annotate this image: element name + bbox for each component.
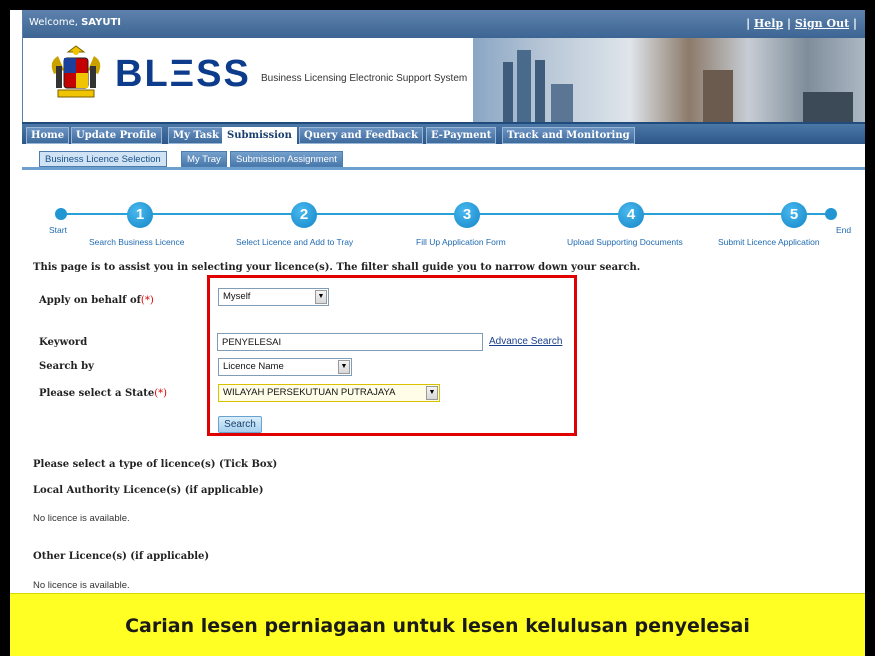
- divider: |: [849, 17, 857, 30]
- state-label-text: Please select a State: [39, 388, 155, 399]
- step-1-circle: 1: [127, 202, 153, 228]
- chevron-down-icon: ▼: [338, 360, 350, 374]
- step-2-circle: 2: [291, 202, 317, 228]
- other-licence-heading: Other Licence(s) (if applicable): [33, 551, 210, 562]
- welcome-text: Welcome, SAYUTI: [29, 17, 121, 28]
- tab-home[interactable]: Home: [26, 127, 70, 144]
- site-header: Welcome, SAYUTI | Help | Sign Out | BLΞS…: [22, 10, 865, 122]
- welcome-bar: Welcome, SAYUTI | Help | Sign Out |: [23, 10, 865, 38]
- header-banner-photo: [473, 38, 865, 122]
- logo-tagline: Business Licensing Electronic Support Sy…: [261, 73, 468, 84]
- end-dot: [825, 208, 837, 220]
- step-5-label: Submit Licence Application: [718, 237, 820, 247]
- behalf-label: Apply on behalf of(*): [39, 295, 154, 306]
- search-button[interactable]: Search: [218, 416, 262, 433]
- local-empty-text: No licence is available.: [33, 513, 130, 524]
- licence-type-heading: Please select a type of licence(s) (Tick…: [33, 459, 278, 470]
- behalf-select[interactable]: Myself ▼: [218, 288, 329, 306]
- state-select-value: WILAYAH PERSEKUTUAN PUTRAJAYA: [223, 387, 396, 398]
- step-4-circle: 4: [618, 202, 644, 228]
- searchby-label: Search by: [39, 361, 94, 372]
- subtab-business-licence-selection[interactable]: Business Licence Selection: [39, 151, 167, 167]
- bless-logo-text: BLΞSS: [115, 53, 251, 95]
- chevron-down-icon: ▼: [426, 386, 438, 400]
- searchby-select[interactable]: Licence Name ▼: [218, 358, 352, 376]
- searchby-select-value: Licence Name: [223, 361, 284, 372]
- step-5-circle: 5: [781, 202, 807, 228]
- user-name: SAYUTI: [81, 17, 121, 28]
- start-dot: [55, 208, 67, 220]
- step-1-label: Search Business Licence: [89, 237, 185, 247]
- state-select[interactable]: WILAYAH PERSEKUTUAN PUTRAJAYA ▼: [218, 384, 440, 402]
- tab-my-task[interactable]: My Task: [168, 127, 224, 144]
- behalf-label-text: Apply on behalf of: [39, 295, 141, 306]
- divider: |: [783, 17, 795, 30]
- progress-steps: Start End 1 Search Business Licence 2 Se…: [22, 170, 865, 252]
- tab-submission[interactable]: Submission: [222, 127, 297, 144]
- welcome-prefix: Welcome,: [29, 17, 82, 28]
- tab-e-payment[interactable]: E-Payment: [426, 127, 497, 144]
- step-3-circle: 3: [454, 202, 480, 228]
- local-authority-heading: Local Authority Licence(s) (if applicabl…: [33, 485, 264, 496]
- tab-update-profile[interactable]: Update Profile: [71, 127, 162, 144]
- other-empty-text: No licence is available.: [33, 580, 130, 591]
- step-2-label: Select Licence and Add to Tray: [236, 237, 354, 247]
- required-mark: (*): [154, 388, 168, 399]
- step-3-label: Fill Up Application Form: [416, 237, 506, 247]
- caption-text: Carian lesen perniagaan untuk lesen kelu…: [125, 615, 750, 637]
- end-label: End: [836, 225, 852, 235]
- state-label: Please select a State(*): [39, 388, 167, 399]
- advance-search-link[interactable]: Advance Search: [489, 336, 562, 347]
- divider: |: [746, 17, 754, 30]
- tab-query-feedback[interactable]: Query and Feedback: [299, 127, 423, 144]
- main-nav: Home Update Profile My Task Submission Q…: [22, 122, 865, 144]
- step-4-label: Upload Supporting Documents: [567, 237, 683, 247]
- tab-track-monitoring[interactable]: Track and Monitoring: [502, 127, 635, 144]
- malaysia-crest-logo: [51, 45, 101, 98]
- caption-bar: Carian lesen perniagaan untuk lesen kelu…: [10, 593, 865, 656]
- keyword-input[interactable]: [217, 333, 483, 351]
- top-links: | Help | Sign Out |: [746, 17, 857, 30]
- start-label: Start: [49, 225, 67, 235]
- sign-out-link[interactable]: Sign Out: [795, 17, 849, 30]
- keyword-label: Keyword: [39, 337, 88, 348]
- progress-line: [60, 213, 830, 215]
- help-link[interactable]: Help: [754, 17, 783, 30]
- browser-frame: Welcome, SAYUTI | Help | Sign Out | BLΞS…: [10, 10, 865, 656]
- behalf-select-value: Myself: [223, 291, 251, 302]
- required-mark: (*): [140, 295, 154, 306]
- intro-text: This page is to assist you in selecting …: [33, 262, 641, 273]
- chevron-down-icon: ▼: [315, 290, 327, 304]
- subtab-my-tray[interactable]: My Tray: [181, 151, 227, 167]
- subtab-submission-assignment[interactable]: Submission Assignment: [230, 151, 343, 167]
- sub-nav: Business Licence Selection My Tray Submi…: [22, 144, 865, 170]
